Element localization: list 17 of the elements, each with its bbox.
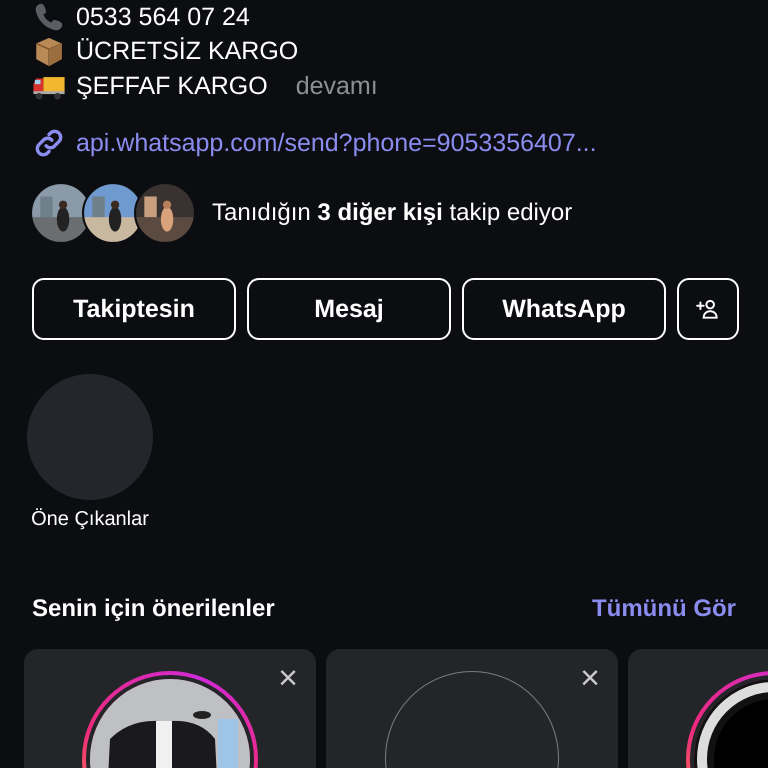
bio-text: 0533 564 07 24 <box>76 2 250 32</box>
section-title: Senin için önerilenler <box>32 595 275 623</box>
suggestion-card[interactable]: × <box>24 649 316 768</box>
bio-text: ÜCRETSİZ KARGO <box>76 37 298 66</box>
mutual-followers-text[interactable]: Tanıdığın 3 diğer kişi takip ediyor <box>212 199 572 227</box>
more-link[interactable]: devamı <box>296 72 378 101</box>
website-link[interactable]: api.whatsapp.com/send?phone=9053356407... <box>76 128 597 158</box>
suggest-people-button[interactable] <box>677 278 739 340</box>
see-all-link[interactable]: Tümünü Gör <box>592 595 736 623</box>
profile-button[interactable]: Takiptesin <box>32 278 236 340</box>
suggestion-card[interactable]: × <box>326 649 618 768</box>
bio-text: ŞEFFAF KARGO <box>76 72 268 101</box>
close-button[interactable]: × <box>278 661 298 695</box>
profile-button[interactable]: WhatsApp <box>462 278 666 340</box>
close-button[interactable]: × <box>580 661 600 695</box>
profile-button[interactable]: Mesaj <box>247 278 451 340</box>
highlight-label[interactable]: Öne Çıkanlar <box>31 508 149 531</box>
